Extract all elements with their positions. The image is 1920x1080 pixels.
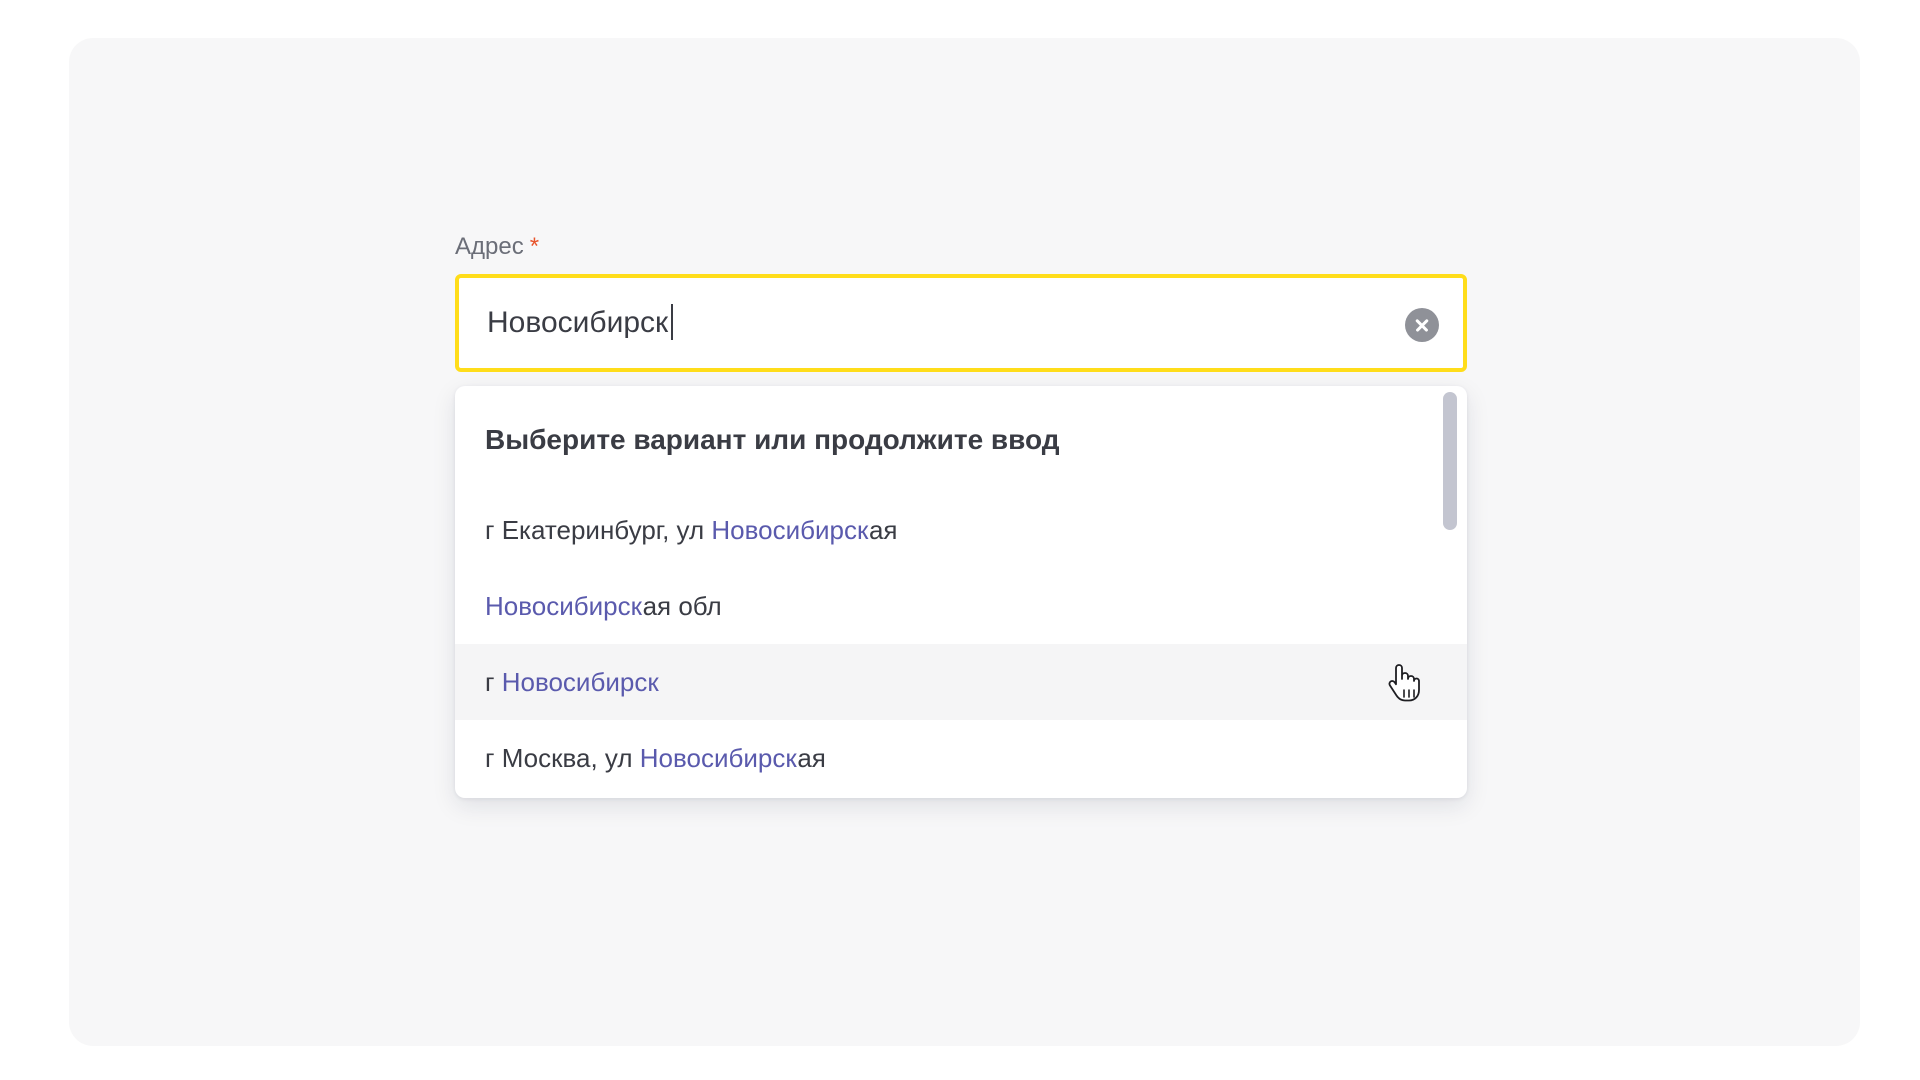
option-text: г	[485, 667, 502, 697]
option-text: г Екатеринбург, ул	[485, 515, 712, 545]
option-match: Новосибирск	[501, 667, 659, 697]
clear-icon[interactable]	[1405, 308, 1439, 342]
option-match: Новосибирск	[485, 591, 643, 621]
required-mark: *	[529, 233, 540, 260]
option-text: ая	[868, 515, 898, 545]
address-input-text: Новосибирск	[487, 306, 669, 339]
option-text: г Москва, ул	[485, 743, 640, 773]
suggestion-option-1[interactable]: г Екатеринбург, ул Новосибирская	[455, 492, 1467, 568]
address-input[interactable]: Новосибирск	[455, 274, 1467, 372]
suggestions-dropdown: Выберите вариант или продолжите ввод г Е…	[455, 386, 1467, 798]
address-field: Адрес * Новосибирск	[455, 230, 1467, 372]
hand-pointer-icon	[1388, 664, 1420, 702]
option-text: ая	[797, 743, 826, 773]
option-text: ая обл	[642, 591, 722, 621]
suggestion-option-3[interactable]: г Новосибирск	[455, 644, 1467, 720]
text-caret	[671, 304, 674, 341]
address-label-text: Адрес	[455, 233, 524, 260]
suggestion-option-2[interactable]: Новосибирская обл	[455, 568, 1467, 644]
address-label: Адрес *	[455, 230, 1467, 264]
option-match: Новосибирск	[711, 515, 869, 545]
option-match: Новосибирск	[639, 743, 798, 773]
suggestions-heading: Выберите вариант или продолжите ввод	[485, 424, 1060, 455]
address-input-value[interactable]: Новосибирск	[487, 278, 674, 368]
suggestion-option-4[interactable]: г Москва, ул Новосибирская	[455, 720, 1467, 796]
